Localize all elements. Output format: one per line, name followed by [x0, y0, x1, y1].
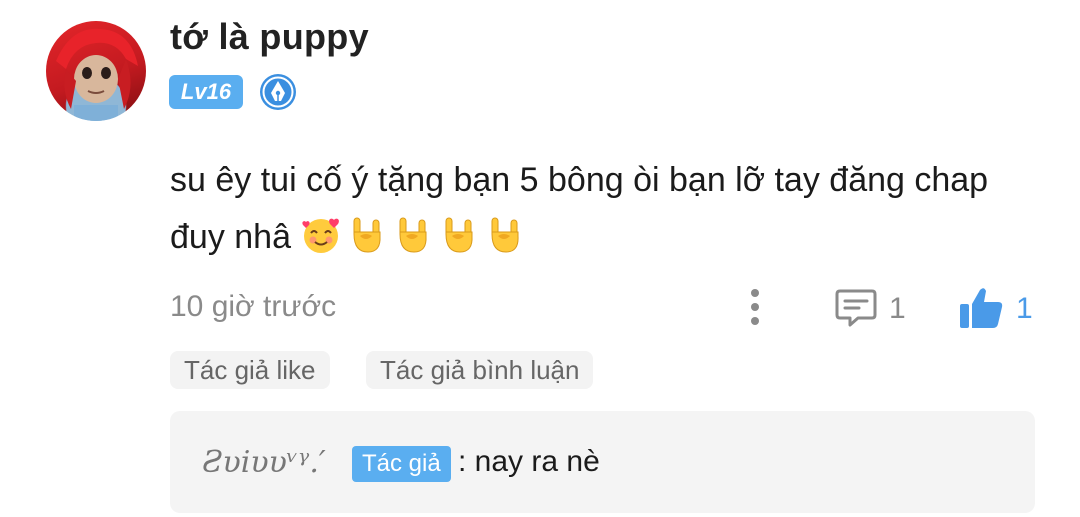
- avatar[interactable]: [46, 21, 146, 121]
- reply-comment-icon[interactable]: [834, 287, 878, 329]
- avatar-image: [56, 28, 138, 121]
- like-count: 1: [1016, 292, 1033, 325]
- comment-body: su êy tui cố ý tặng bạn 5 bông òi bạn lỡ…: [170, 161, 989, 256]
- author-reply-tag: Tác giả bình luận: [366, 351, 594, 389]
- author-badge: Tác giả: [352, 446, 451, 482]
- sign-of-horns-icon: [491, 217, 519, 253]
- pen-nib-badge-icon: [260, 74, 296, 110]
- comment-text: su êy tui cố ý tặng bạn 5 bông òi bạn lỡ…: [170, 152, 1040, 266]
- username[interactable]: tớ là puppy: [170, 16, 369, 58]
- level-badge: Lv16: [169, 75, 243, 109]
- reply-text: : nay ra nè: [458, 445, 600, 478]
- author-like-tag: Tác giả like: [170, 351, 330, 389]
- reply-author[interactable]: Ƨυiυυᵛᵞ.′: [202, 445, 326, 480]
- sign-of-horns-icon: [445, 217, 473, 253]
- timestamp: 10 giờ trước: [170, 290, 337, 323]
- comment-card: tớ là puppy Lv16 su êy tui cố ý tặng bạn…: [0, 0, 1080, 517]
- reply-preview[interactable]: Ƨυiυυᵛᵞ.′ Tác giả : nay ra nè: [170, 411, 1035, 513]
- reply-count: 1: [889, 292, 906, 325]
- thumbs-up-icon[interactable]: [958, 286, 1004, 330]
- sign-of-horns-icon: [353, 217, 381, 253]
- sign-of-horns-icon: [399, 217, 427, 253]
- more-options-icon[interactable]: [744, 287, 766, 327]
- smiling-face-with-hearts-icon: [302, 218, 340, 253]
